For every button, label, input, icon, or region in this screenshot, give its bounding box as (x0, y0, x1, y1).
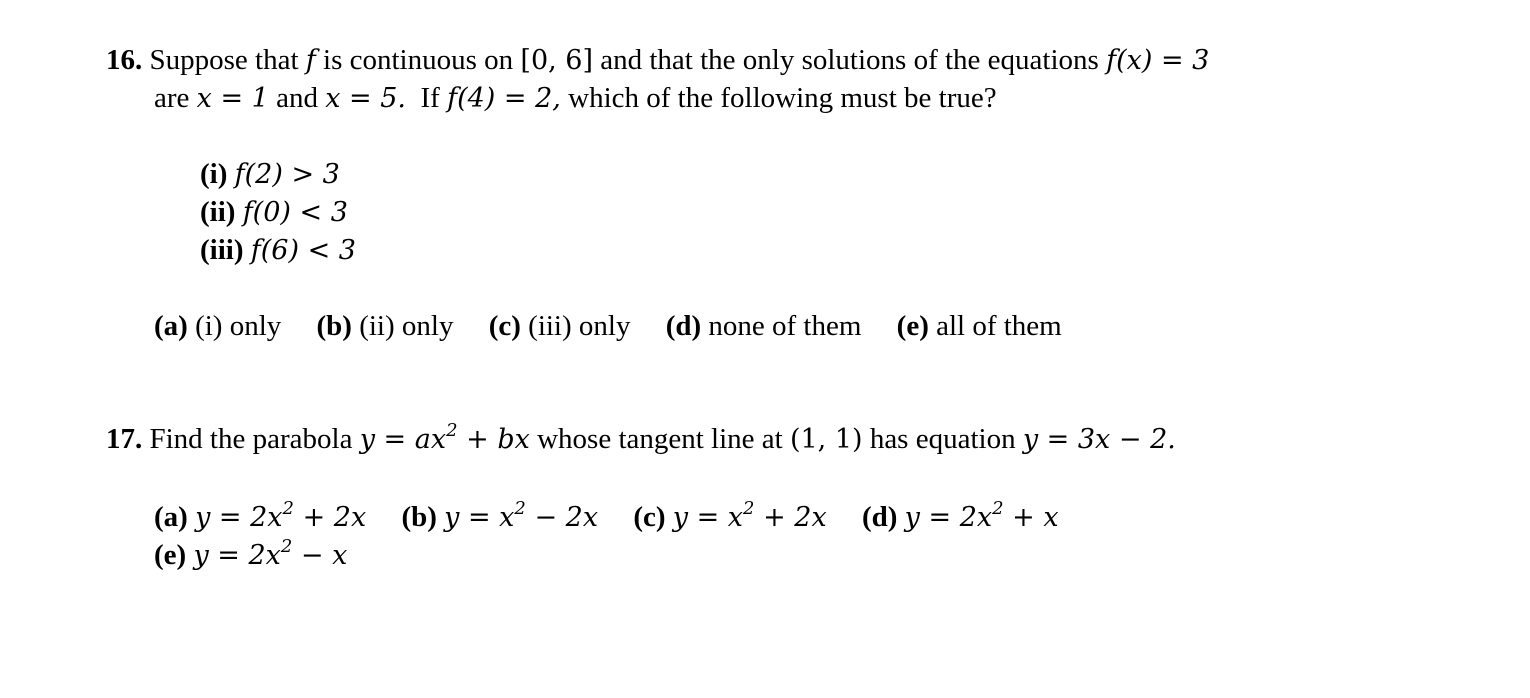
choice-expr: y = 2x2 + x (904, 500, 1059, 533)
statement-iii: (iii) f(6) < 3 (200, 236, 356, 265)
text: and (276, 82, 318, 114)
statement-label: (iii) (200, 234, 244, 266)
statement-expr: f(0) < 3 (242, 197, 348, 228)
choice-c[interactable]: (c) (iii) only (489, 310, 631, 342)
choice-expr: y = 2x2 − x (193, 538, 348, 571)
expr-part: − 2x (525, 502, 599, 533)
expr-part: + x (1003, 502, 1059, 533)
problem-number: 17. (106, 423, 143, 455)
statement-label: (i) (200, 158, 228, 190)
problem-17-line-1: 17. Find the parabola y = ax2 + bx whose… (106, 422, 1176, 455)
choice-text: all of them (936, 310, 1062, 342)
exponent: 2 (992, 498, 1004, 519)
choice-b[interactable]: (b) y = x2 − 2x (401, 500, 599, 533)
text: whose tangent line at (537, 423, 783, 455)
problem-17-choices-row-2: (e) y = 2x2 − x (154, 538, 348, 571)
choice-label: (a) (154, 501, 188, 533)
statement-expr: f(6) < 3 (250, 235, 356, 266)
expr-part: + bx (457, 424, 530, 455)
text: which of the following must be true? (568, 82, 997, 114)
text: is continuous on (323, 44, 514, 76)
choice-text: (i) only (195, 310, 282, 342)
math-expr: f (305, 45, 316, 76)
choice-label: (b) (316, 310, 352, 342)
statement-label: (ii) (200, 196, 236, 228)
expr-part: y = 2x (904, 502, 993, 533)
choice-d[interactable]: (d) none of them (666, 310, 862, 342)
choice-a[interactable]: (a) (i) only (154, 310, 281, 342)
problem-16-choices: (a) (i) only (b) (ii) only (c) (iii) onl… (154, 312, 1062, 341)
text: Suppose that (149, 44, 299, 76)
choice-label: (a) (154, 310, 188, 342)
choice-text: (iii) only (528, 310, 631, 342)
exponent: 2 (282, 498, 294, 519)
choice-label: (c) (633, 501, 666, 533)
problem-17-choices-row-1: (a) y = 2x2 + 2x (b) y = x2 − 2x (c) y =… (154, 500, 1059, 533)
choice-label: (c) (488, 310, 521, 342)
expr-part: − x (292, 540, 348, 571)
choice-d[interactable]: (d) y = 2x2 + x (861, 500, 1059, 533)
expr-part: y = 2x (195, 502, 283, 533)
text: and that the only solutions of the equat… (600, 44, 1099, 76)
expr-part: + 2x (754, 502, 827, 533)
choice-label: (b) (401, 501, 437, 533)
exponent: 2 (446, 420, 458, 441)
choice-text: none of them (708, 310, 862, 342)
choice-e[interactable]: (e) all of them (897, 310, 1062, 342)
math-expr: f(x) = 3 (1106, 45, 1210, 76)
statement-expr: f(2) > 3 (234, 159, 340, 190)
choice-label: (d) (861, 501, 898, 533)
problem-16-line-2: are x = 1 and x = 5. If f(4) = 2, which … (154, 84, 997, 113)
text: has equation (869, 423, 1016, 455)
text: Find the parabola (149, 423, 353, 455)
exponent: 2 (280, 536, 293, 557)
math-expr: [0, 6] (520, 45, 593, 76)
choice-b[interactable]: (b) (ii) only (317, 310, 454, 342)
expr-part: y = ax (359, 424, 447, 455)
problem-number: 16. (106, 44, 143, 76)
expr-part: + 2x (293, 502, 367, 533)
choice-expr: y = 2x2 + 2x (195, 500, 367, 533)
choice-expr: y = x2 + 2x (672, 500, 827, 533)
expr-part: y = x (444, 502, 515, 533)
choice-a[interactable]: (a) y = 2x2 + 2x (154, 500, 367, 533)
expr-part: y = x (672, 502, 744, 533)
text: If (420, 82, 440, 114)
math-expr: x = 1 (196, 83, 269, 114)
statement-i: (i) f(2) > 3 (200, 160, 340, 189)
choice-text: (ii) only (359, 310, 454, 342)
expr-part: y = 2x (193, 540, 281, 571)
math-expr: y = 3x − 2. (1022, 424, 1176, 455)
math-expr: y = ax2 + bx (359, 422, 530, 455)
math-expr: f(4) = 2, (447, 83, 561, 114)
problem-16-line-1: 16. Suppose that f is continuous on [0, … (106, 46, 1209, 75)
text: are (154, 82, 190, 114)
math-expr: x = 5. (325, 83, 407, 114)
choice-e[interactable]: (e) y = 2x2 − x (154, 538, 348, 571)
exponent: 2 (743, 498, 755, 519)
exponent: 2 (514, 498, 526, 519)
choice-label: (e) (896, 310, 929, 342)
math-expr: (1, 1) (789, 424, 863, 455)
choice-label: (e) (154, 539, 187, 571)
statement-ii: (ii) f(0) < 3 (200, 198, 348, 227)
choice-c[interactable]: (c) y = x2 + 2x (633, 500, 827, 533)
choice-expr: y = x2 − 2x (444, 500, 599, 533)
choice-label: (d) (665, 310, 702, 342)
